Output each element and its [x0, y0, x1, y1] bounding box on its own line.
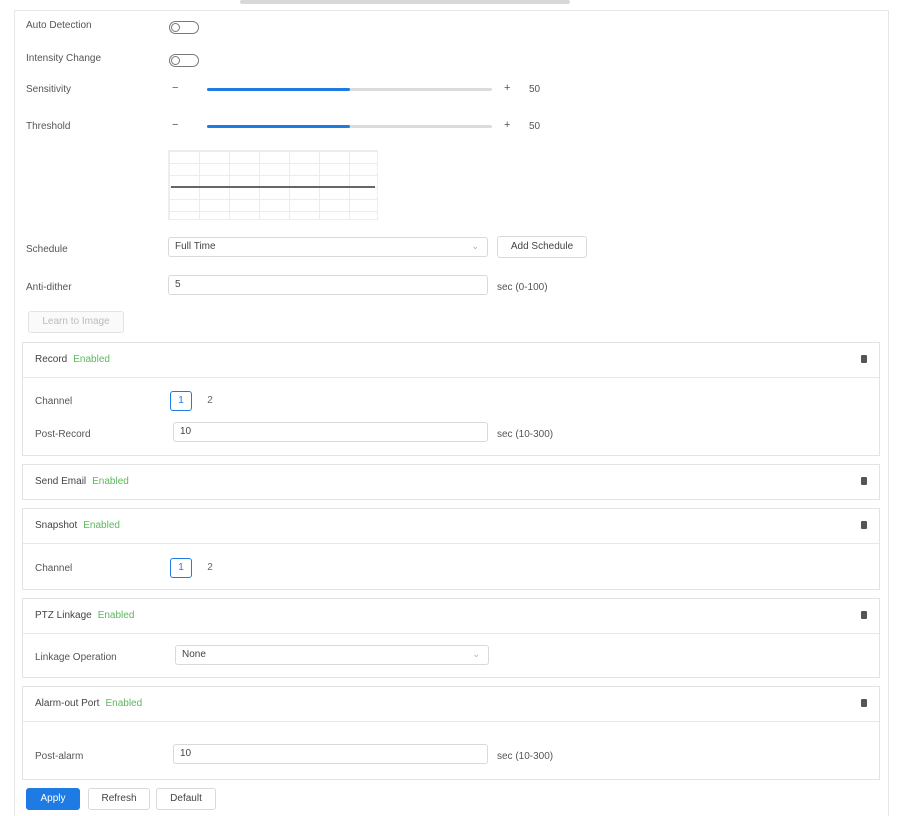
auto-detection-label: Auto Detection — [26, 20, 92, 31]
default-button[interactable]: Default — [156, 788, 216, 810]
ptz-linkage-panel-header[interactable]: PTZ Linkage Enabled — [23, 599, 879, 634]
threshold-slider-fill — [207, 125, 350, 128]
ptz-linkage-title: PTZ Linkage Enabled — [35, 610, 135, 621]
threshold-slider[interactable] — [207, 125, 492, 128]
anti-dither-label: Anti-dither — [26, 282, 72, 293]
collapse-icon[interactable] — [861, 611, 867, 619]
apply-button[interactable]: Apply — [26, 788, 80, 810]
top-divider — [240, 0, 570, 4]
alarm-out-status: Enabled — [105, 698, 143, 709]
sensitivity-slider[interactable] — [207, 88, 492, 91]
snapshot-panel: Snapshot Enabled Channel 1 2 — [22, 508, 880, 590]
snapshot-panel-header[interactable]: Snapshot Enabled — [23, 509, 879, 544]
anti-dither-input[interactable]: 5 — [168, 275, 488, 295]
send-email-panel-header[interactable]: Send Email Enabled — [23, 465, 879, 499]
post-record-label: Post-Record — [35, 429, 91, 440]
post-alarm-label: Post-alarm — [35, 751, 84, 762]
post-alarm-input[interactable]: 10 — [173, 744, 488, 764]
learn-to-image-button[interactable]: Learn to Image — [28, 311, 124, 333]
record-panel: Record Enabled Channel 1 2 Post-Record 10… — [22, 342, 880, 456]
sensitivity-plus-button[interactable]: + — [504, 82, 510, 94]
collapse-icon[interactable] — [861, 699, 867, 707]
snapshot-title: Snapshot Enabled — [35, 520, 120, 531]
linkage-operation-select[interactable]: None ⌄ — [175, 645, 489, 665]
schedule-select[interactable]: Full Time ⌄ — [168, 237, 488, 257]
chevron-down-icon: ⌄ — [472, 649, 480, 659]
chevron-down-icon: ⌄ — [471, 241, 479, 251]
record-title: Record Enabled — [35, 354, 110, 365]
intensity-change-label: Intensity Change — [26, 53, 102, 64]
sensitivity-label: Sensitivity — [26, 84, 72, 95]
post-record-input[interactable]: 10 — [173, 422, 488, 442]
record-panel-header[interactable]: Record Enabled — [23, 343, 879, 378]
alarm-out-panel: Alarm-out Port Enabled Post-alarm 10 sec … — [22, 686, 880, 780]
schedule-select-value: Full Time — [175, 241, 216, 252]
intensity-graph — [168, 150, 378, 220]
sensitivity-value: 50 — [529, 84, 541, 95]
alarm-out-panel-header[interactable]: Alarm-out Port Enabled — [23, 687, 879, 722]
snapshot-channel-1[interactable]: 1 — [170, 558, 192, 578]
threshold-value: 50 — [529, 121, 541, 132]
ptz-linkage-panel: PTZ Linkage Enabled Linkage Operation Non… — [22, 598, 880, 678]
record-channel-1[interactable]: 1 — [170, 391, 192, 411]
linkage-operation-label: Linkage Operation — [35, 652, 117, 663]
snapshot-channel-2[interactable]: 2 — [199, 558, 221, 578]
send-email-panel: Send Email Enabled — [22, 464, 880, 500]
collapse-icon[interactable] — [861, 355, 867, 363]
send-email-title: Send Email Enabled — [35, 476, 129, 487]
record-channel-label: Channel — [35, 396, 73, 407]
collapse-icon[interactable] — [861, 521, 867, 529]
sensitivity-slider-fill — [207, 88, 350, 91]
intensity-change-toggle[interactable] — [169, 54, 199, 67]
record-status: Enabled — [73, 354, 110, 365]
sensitivity-minus-button[interactable]: − — [172, 82, 178, 94]
send-email-status: Enabled — [92, 476, 129, 487]
auto-detection-toggle[interactable] — [169, 21, 199, 34]
threshold-plus-button[interactable]: + — [504, 119, 510, 131]
snapshot-channel-label: Channel — [35, 563, 73, 574]
schedule-label: Schedule — [26, 244, 68, 255]
ptz-linkage-status: Enabled — [97, 610, 135, 621]
add-schedule-button[interactable]: Add Schedule — [497, 236, 587, 258]
snapshot-status: Enabled — [83, 520, 120, 531]
post-record-hint: sec (10-300) — [497, 429, 554, 440]
post-alarm-hint: sec (10-300) — [497, 751, 554, 762]
record-channel-2[interactable]: 2 — [199, 391, 221, 411]
threshold-label: Threshold — [26, 121, 71, 132]
threshold-minus-button[interactable]: − — [172, 119, 178, 131]
linkage-operation-value: None — [182, 649, 206, 660]
collapse-icon[interactable] — [861, 477, 867, 485]
refresh-button[interactable]: Refresh — [88, 788, 150, 810]
threshold-line — [171, 186, 375, 188]
alarm-out-title: Alarm-out Port Enabled — [35, 698, 143, 709]
anti-dither-hint: sec (0-100) — [497, 282, 548, 293]
